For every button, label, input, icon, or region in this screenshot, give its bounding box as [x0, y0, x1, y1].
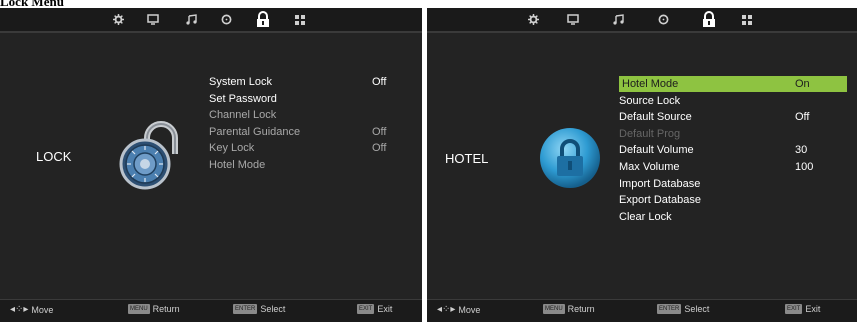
- menu-item[interactable]: Default Volume 30: [619, 142, 847, 158]
- top-menu-bar: [0, 8, 422, 31]
- menu-item-label: Channel Lock: [209, 109, 277, 122]
- exit-hint: EXIT Exit: [357, 304, 393, 314]
- exit-key-icon: EXIT: [357, 304, 375, 314]
- divider: [427, 31, 857, 33]
- section-label: LOCK: [36, 149, 72, 164]
- menu-item-label: Parental Guidance: [209, 125, 301, 138]
- menu-item[interactable]: System Lock Off: [209, 74, 389, 90]
- menu-item-value: Off: [372, 142, 387, 155]
- menu-item[interactable]: Source Lock: [619, 93, 847, 109]
- section-label: HOTEL: [445, 151, 489, 166]
- menu-item-value: Off: [795, 111, 810, 124]
- menu-item[interactable]: Channel Lock: [209, 107, 389, 123]
- move-hint: ◂⁘▸ Move: [10, 304, 54, 315]
- gear-icon[interactable]: [110, 12, 126, 27]
- clock-icon[interactable]: [655, 12, 671, 27]
- menu-item-value: Off: [372, 76, 387, 88]
- menu-item[interactable]: Set Password: [209, 91, 389, 107]
- menu-item-label: Import Database: [619, 177, 701, 190]
- menu-item[interactable]: Hotel Mode On: [619, 76, 847, 92]
- menu-item-label: Default Prog: [619, 127, 681, 140]
- grid-icon[interactable]: [739, 12, 755, 27]
- enter-key-icon: ENTER: [657, 304, 682, 314]
- music-note-icon[interactable]: [610, 12, 626, 27]
- arrows-icon: ◂⁘▸: [10, 304, 29, 315]
- hotel-menu-screen: HOTEL Hotel Mode On Source Lock Default Sou…: [427, 8, 857, 322]
- menu-item-label: Default Volume: [619, 144, 694, 157]
- lock-icon[interactable]: [254, 10, 272, 28]
- menu-item-label: Hotel Mode: [622, 78, 679, 90]
- top-menu-bar: [427, 8, 857, 31]
- select-hint: ENTER Select: [233, 304, 286, 314]
- lock-icon[interactable]: [700, 10, 718, 28]
- hotel-lock-icon: [538, 126, 602, 190]
- menu-item[interactable]: Hotel Mode: [209, 157, 389, 173]
- clock-icon[interactable]: [218, 12, 234, 27]
- combination-lock-icon: [117, 120, 185, 190]
- footer-hints: ◂⁘▸ Move MENU Return ENTER Select EXIT Exit: [427, 299, 857, 322]
- menu-item[interactable]: Parental Guidance Off: [209, 124, 389, 140]
- menu-item-label: System Lock: [209, 76, 272, 88]
- menu-item-label: Default Source: [619, 111, 692, 124]
- menu-item[interactable]: Import Database: [619, 176, 847, 192]
- lock-menu-screen: LOCK System Lock Off Set Password Channel L…: [0, 8, 422, 322]
- menu-item[interactable]: Max Volume 100: [619, 159, 847, 175]
- menu-item[interactable]: Key Lock Off: [209, 140, 389, 156]
- monitor-icon[interactable]: [145, 12, 161, 27]
- arrows-icon: ◂⁘▸: [437, 304, 456, 315]
- menu-item[interactable]: Default Source Off: [619, 109, 847, 125]
- menu-item-label: Export Database: [619, 194, 701, 207]
- select-hint: ENTER Select: [657, 304, 710, 314]
- footer-hints: ◂⁘▸ Move MENU Return ENTER Select EXIT Exit: [0, 299, 422, 322]
- menu-item[interactable]: Clear Lock: [619, 209, 847, 225]
- enter-key-icon: ENTER: [233, 304, 258, 314]
- menu-item-value: On: [795, 78, 810, 90]
- exit-key-icon: EXIT: [785, 304, 803, 314]
- exit-hint: EXIT Exit: [785, 304, 821, 314]
- monitor-icon[interactable]: [565, 12, 581, 27]
- return-hint: MENU Return: [543, 304, 595, 314]
- move-hint: ◂⁘▸ Move: [437, 304, 481, 315]
- menu-item-label: Key Lock: [209, 142, 255, 155]
- menu-item-value: 100: [795, 161, 814, 173]
- menu-item-label: Hotel Mode: [209, 159, 266, 171]
- music-note-icon[interactable]: [183, 12, 199, 27]
- return-hint: MENU Return: [128, 304, 180, 314]
- gear-icon[interactable]: [525, 12, 541, 27]
- menu-item-label: Set Password: [209, 92, 277, 105]
- menu-key-icon: MENU: [543, 304, 565, 314]
- menu-item-label: Clear Lock: [619, 210, 672, 223]
- menu-item: Default Prog: [619, 126, 847, 142]
- menu-item-label: Max Volume: [619, 161, 680, 173]
- grid-icon[interactable]: [292, 12, 308, 27]
- menu-key-icon: MENU: [128, 304, 150, 314]
- divider: [0, 31, 422, 33]
- menu-item-value: 30: [795, 144, 808, 157]
- menu-item-label: Source Lock: [619, 94, 681, 107]
- menu-item-value: Off: [372, 125, 387, 138]
- menu-item[interactable]: Export Database: [619, 192, 847, 208]
